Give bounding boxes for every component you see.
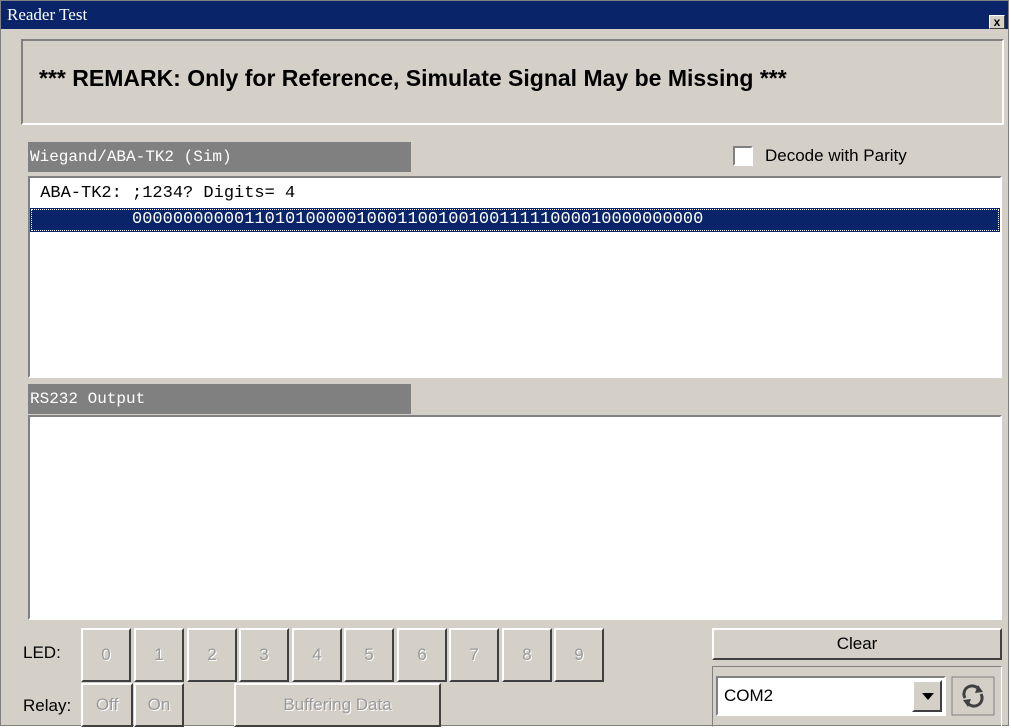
chevron-down-icon[interactable]	[912, 680, 942, 712]
decode-parity-label[interactable]: Decode with Parity	[765, 146, 907, 166]
refresh-icon	[951, 676, 995, 716]
rs232-output-list[interactable]	[28, 415, 1002, 620]
close-icon[interactable]: x	[989, 15, 1005, 29]
relay-off-button[interactable]: Off	[81, 683, 133, 727]
title-bar[interactable]: Reader Test x	[1, 1, 1008, 29]
com-port-select[interactable]: COM2	[716, 676, 946, 716]
com-port-value: COM2	[724, 686, 774, 705]
remark-panel: *** REMARK: Only for Reference, Simulate…	[21, 39, 1004, 125]
wiegand-header: Wiegand/ABA-TK2 (Sim)	[28, 142, 411, 172]
buffering-data-button[interactable]: Buffering Data	[234, 683, 441, 727]
led-button-5[interactable]: 5	[344, 628, 394, 682]
refresh-button[interactable]	[951, 676, 995, 716]
led-button-8[interactable]: 8	[502, 628, 552, 682]
wiegand-output-list[interactable]: ABA-TK2: ;1234? Digits= 4 00000000000110…	[28, 176, 1002, 378]
led-button-4[interactable]: 4	[292, 628, 342, 682]
reader-test-window: Reader Test x *** REMARK: Only for Refer…	[0, 0, 1009, 727]
clear-button[interactable]: Clear	[712, 628, 1002, 660]
remark-text: *** REMARK: Only for Reference, Simulate…	[39, 65, 787, 91]
led-button-2[interactable]: 2	[187, 628, 237, 682]
rs232-header: RS232 Output	[28, 384, 411, 414]
decode-parity-checkbox[interactable]	[733, 146, 753, 166]
led-button-1[interactable]: 1	[134, 628, 184, 682]
relay-label: Relay:	[23, 696, 72, 715]
led-button-3[interactable]: 3	[239, 628, 289, 682]
led-button-0[interactable]: 0	[81, 628, 131, 682]
window-title: Reader Test	[7, 5, 88, 24]
list-item-selected[interactable]: 0000000000011010100000100011001001001111…	[30, 208, 1000, 232]
relay-on-button[interactable]: On	[134, 683, 184, 727]
led-button-9[interactable]: 9	[554, 628, 604, 682]
led-label: LED:	[23, 643, 61, 662]
led-button-7[interactable]: 7	[449, 628, 499, 682]
list-item[interactable]: ABA-TK2: ;1234? Digits= 4	[30, 182, 1000, 206]
led-button-6[interactable]: 6	[397, 628, 447, 682]
